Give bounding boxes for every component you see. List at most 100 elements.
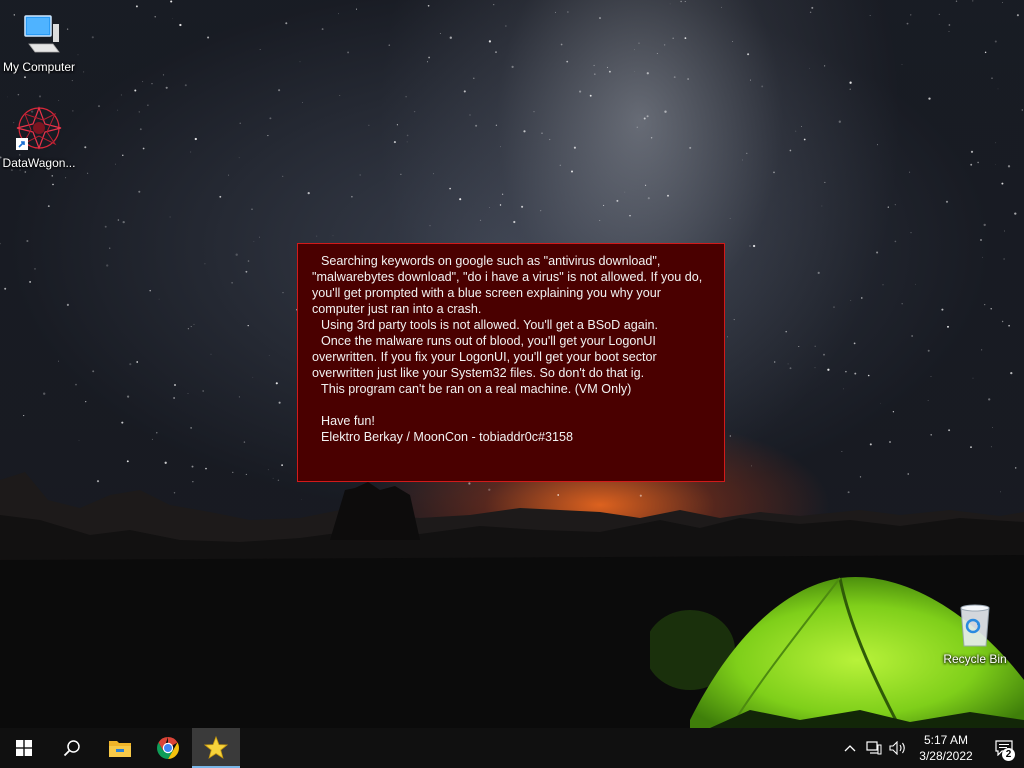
chrome-button[interactable] — [144, 728, 192, 768]
star — [948, 31, 950, 32]
message-signature: Elektro Berkay / MoonCon - tobiaddr0c#31… — [321, 430, 574, 444]
star — [87, 172, 89, 174]
star — [267, 135, 269, 137]
star — [513, 220, 516, 224]
star — [499, 204, 502, 206]
star — [78, 440, 80, 441]
desktop-icon-datawagon[interactable]: DataWagon... — [0, 106, 78, 170]
star — [92, 370, 95, 373]
star — [854, 372, 857, 375]
star — [892, 411, 895, 413]
star — [983, 223, 986, 227]
star — [729, 217, 731, 219]
star — [880, 402, 881, 404]
star — [894, 204, 896, 206]
star — [823, 65, 826, 67]
star — [647, 197, 650, 200]
star — [173, 397, 175, 399]
star — [338, 13, 339, 15]
star — [841, 450, 843, 452]
taskbar: 5:17 AM 3/28/2022 2 — [0, 728, 1024, 768]
star — [359, 174, 361, 176]
star — [138, 111, 141, 113]
star — [190, 427, 192, 429]
star — [995, 142, 997, 144]
star — [4, 287, 7, 290]
file-explorer-button[interactable] — [96, 728, 144, 768]
star — [669, 3, 671, 5]
star — [803, 138, 806, 141]
star — [26, 239, 29, 243]
star — [83, 71, 85, 73]
star — [126, 395, 130, 398]
show-hidden-icons-button[interactable] — [838, 728, 862, 768]
star — [991, 77, 993, 80]
desktop-icon-label: DataWagon... — [2, 156, 76, 170]
network-button[interactable] — [862, 728, 886, 768]
star — [109, 247, 111, 249]
star — [204, 263, 206, 265]
star — [302, 102, 304, 104]
star — [488, 40, 492, 43]
search-button[interactable] — [48, 728, 96, 768]
star — [43, 392, 46, 395]
desktop-icon-recycle-bin[interactable]: Recycle Bin — [936, 602, 1014, 666]
star — [259, 49, 261, 50]
star — [393, 141, 396, 144]
star — [589, 94, 592, 97]
star — [51, 175, 53, 177]
star — [752, 244, 756, 248]
star — [894, 240, 897, 243]
star — [174, 384, 176, 386]
star — [977, 161, 979, 164]
star — [945, 200, 949, 203]
star — [833, 306, 835, 308]
start-button[interactable] — [0, 728, 48, 768]
star — [667, 194, 669, 197]
datawagon-icon — [15, 106, 63, 154]
star — [850, 300, 852, 301]
star — [259, 236, 260, 238]
star — [138, 190, 141, 193]
star — [149, 289, 151, 292]
star — [643, 117, 646, 120]
taskbar-clock[interactable]: 5:17 AM 3/28/2022 — [914, 732, 978, 764]
star — [521, 205, 524, 208]
message-line: Using 3rd party tools is not allowed. Yo… — [321, 318, 659, 332]
star — [645, 184, 647, 186]
action-center-button[interactable]: 2 — [984, 728, 1024, 768]
star — [811, 6, 814, 9]
star — [433, 173, 434, 175]
star-app-button[interactable] — [192, 728, 240, 768]
star — [115, 163, 116, 165]
star — [38, 95, 42, 98]
star — [247, 260, 250, 262]
star — [495, 124, 498, 126]
star — [479, 219, 482, 222]
star — [493, 4, 495, 6]
star — [789, 367, 792, 370]
search-icon — [63, 740, 80, 757]
star — [122, 154, 124, 156]
star — [406, 141, 408, 143]
star — [193, 323, 195, 325]
star — [555, 11, 557, 13]
star — [970, 163, 973, 166]
star — [219, 195, 222, 198]
desktop-icon-my-computer[interactable]: My Computer — [0, 10, 78, 74]
star — [990, 446, 992, 448]
volume-button[interactable] — [886, 728, 910, 768]
star — [495, 51, 497, 53]
star — [845, 370, 847, 373]
star — [210, 353, 212, 355]
star — [179, 23, 182, 27]
star — [970, 150, 974, 153]
star — [511, 65, 514, 68]
star — [972, 0, 974, 2]
star — [984, 51, 987, 54]
star — [247, 324, 249, 327]
star — [821, 205, 823, 207]
star — [147, 104, 149, 107]
star — [71, 80, 73, 82]
star — [316, 235, 318, 237]
